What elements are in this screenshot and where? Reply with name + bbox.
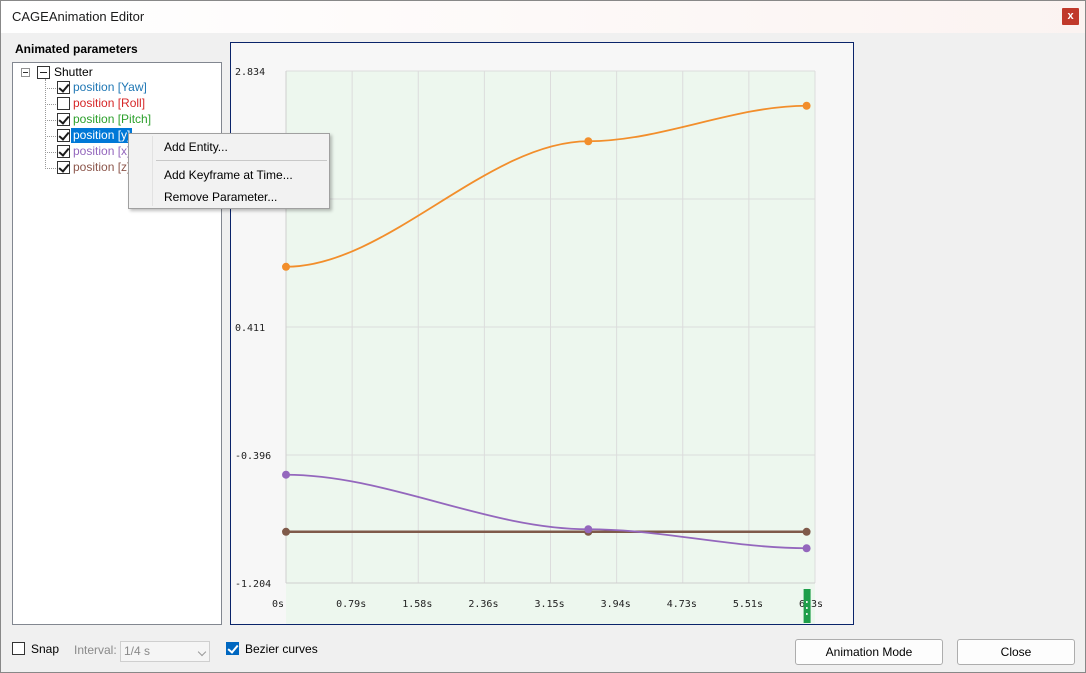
checkbox-roll[interactable]: [57, 97, 70, 110]
interval-select[interactable]: 1/4 s: [120, 641, 210, 662]
keyframe-point: [802, 101, 811, 110]
tree-item-pitch[interactable]: position [Pitch]: [45, 112, 225, 128]
tree-root-shutter[interactable]: Shutter: [54, 65, 93, 79]
tree-branch: [45, 120, 56, 121]
context-menu: Add Entity... Add Keyframe at Time... Re…: [128, 133, 330, 209]
tree-branch: [45, 168, 56, 169]
title-bar: CAGEAnimation Editor x: [1, 1, 1085, 33]
bezier-checkbox[interactable]: [226, 642, 239, 655]
playhead-marker: [803, 589, 811, 623]
keyframe-point: [282, 527, 290, 536]
x-tick-label: 2.36s: [468, 599, 498, 610]
checkbox-y[interactable]: [57, 129, 70, 142]
collapse-icon[interactable]: [21, 68, 30, 77]
tree-item-roll[interactable]: position [Roll]: [45, 96, 225, 112]
y-tick-label: -1.204: [235, 579, 271, 590]
animation-mode-button[interactable]: Animation Mode: [795, 639, 943, 665]
keyframe-point: [282, 262, 290, 271]
close-window-icon[interactable]: x: [1062, 8, 1079, 25]
tree-branch: [45, 136, 56, 137]
menu-item-add-entity[interactable]: Add Entity...: [164, 140, 228, 154]
x-tick-label: 6.3s: [799, 599, 823, 610]
checkbox-z[interactable]: [57, 161, 70, 174]
menu-gutter: [152, 136, 153, 206]
x-tick-label: 3.94s: [601, 599, 631, 610]
tree-branch: [45, 152, 56, 153]
y-tick-label: -0.396: [235, 451, 271, 462]
tree-item-label[interactable]: position [x]: [71, 144, 132, 159]
tree-item-label[interactable]: position [y]: [71, 128, 133, 143]
tree-item-label[interactable]: position [Roll]: [71, 96, 147, 111]
x-tick-label: 5.51s: [733, 599, 763, 610]
checkbox-x[interactable]: [57, 145, 70, 158]
tree-branch: [45, 104, 56, 105]
editor-window: CAGEAnimation Editor x Animated paramete…: [0, 0, 1086, 673]
x-tick-label: 0.79s: [336, 599, 366, 610]
interval-label: Interval:: [74, 643, 117, 657]
snap-label[interactable]: Snap: [31, 642, 59, 656]
curve-chart-svg[interactable]: 0s 0.79s 1.58s 2.36s 3.15s 3.94s 4.73s 5.51s 6.3…: [231, 43, 853, 624]
window-title: CAGEAnimation Editor: [12, 9, 145, 24]
interval-value: 1/4 s: [124, 644, 151, 658]
menu-item-add-keyframe[interactable]: Add Keyframe at Time...: [164, 168, 293, 182]
keyframe-point: [584, 137, 593, 146]
tree-branch: [45, 88, 56, 89]
y-tick-label: 2.834: [235, 67, 265, 78]
x-tick-label: 0s: [272, 599, 284, 610]
checkbox-yaw[interactable]: [57, 81, 70, 94]
bottom-bar: Snap Interval: 1/4 s Bezier curves Anima…: [1, 631, 1085, 671]
playhead-grip: [806, 607, 808, 609]
menu-item-remove-parameter[interactable]: Remove Parameter...: [164, 190, 277, 204]
y-tick-label: 0.411: [235, 323, 265, 334]
keyframe-point: [584, 525, 593, 534]
checkbox-pitch[interactable]: [57, 113, 70, 126]
curve-graph[interactable]: 0s 0.79s 1.58s 2.36s 3.15s 3.94s 4.73s 5.51s 6.3…: [230, 42, 854, 625]
x-tick-label: 4.73s: [667, 599, 697, 610]
tree-item-label[interactable]: position [Yaw]: [71, 80, 149, 95]
bezier-label[interactable]: Bezier curves: [245, 642, 318, 656]
tree-item-yaw[interactable]: position [Yaw]: [45, 80, 225, 96]
root-partial-checkbox[interactable]: [37, 66, 50, 79]
keyframe-point: [282, 470, 290, 479]
playhead-grip: [806, 613, 808, 615]
keyframe-point: [802, 544, 811, 553]
playhead-grip: [806, 601, 808, 603]
x-tick-label: 3.15s: [535, 599, 565, 610]
keyframe-point: [802, 527, 811, 536]
close-button[interactable]: Close: [957, 639, 1075, 665]
tree-item-label[interactable]: position [z]: [71, 160, 132, 175]
menu-separator: [156, 160, 327, 161]
snap-checkbox[interactable]: [12, 642, 25, 655]
animated-parameters-label: Animated parameters: [15, 42, 138, 56]
chevron-down-icon: [197, 647, 207, 657]
tree-item-label[interactable]: position [Pitch]: [71, 112, 153, 127]
x-tick-label: 1.58s: [402, 599, 432, 610]
